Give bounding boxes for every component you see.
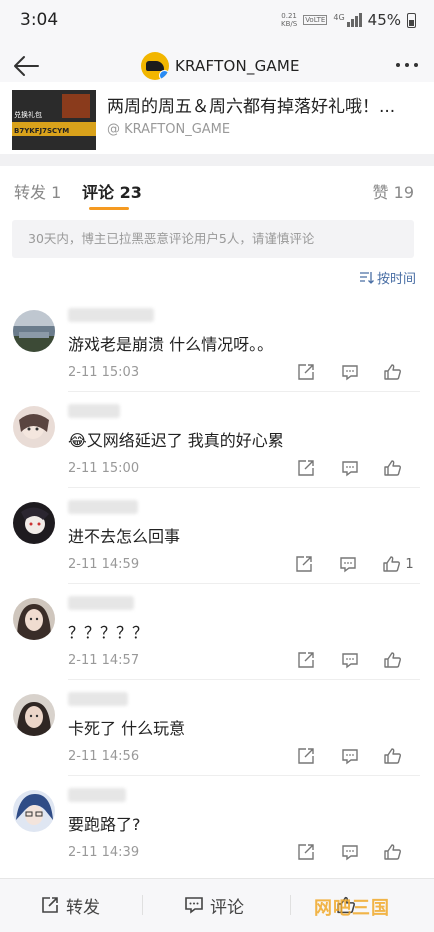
commenter-name-redacted[interactable] [68, 500, 138, 514]
reply-icon[interactable] [328, 840, 372, 864]
like-button[interactable] [372, 744, 416, 768]
tab-like[interactable]: 赞 19 [373, 179, 414, 203]
repost-button[interactable]: 转发 [40, 879, 100, 931]
comment-time: 2-11 15:03 [68, 365, 140, 380]
watermark-logo: 网吧三国 [314, 898, 390, 919]
tab-comment[interactable]: 评论 23 [82, 179, 142, 203]
comment-time: 2-11 14:59 [68, 557, 140, 572]
comment-actions [284, 360, 416, 384]
comment-time: 2-11 15:00 [68, 461, 140, 476]
comment-item[interactable]: 进不去怎么回事 2-11 14:59 1 [0, 488, 434, 584]
comment-actions [284, 744, 416, 768]
comment-text: ？？？？？ [68, 623, 149, 642]
interaction-tabs: 转发 1 评论 23 赞 19 [0, 166, 434, 214]
volte-icon: VoLTE [303, 15, 328, 25]
post-text: 两周的周五＆周六都有掉落好礼哦！... [107, 97, 396, 117]
battery-percent: 45% [367, 11, 401, 29]
comment-label: 评论 [210, 897, 244, 918]
post-author: @ KRAFTON_GAME [107, 122, 231, 137]
thumbs-up-icon [383, 460, 401, 476]
like-button[interactable]: 1 [370, 552, 426, 576]
share-icon[interactable] [284, 648, 328, 672]
commenter-name-redacted[interactable] [68, 404, 120, 418]
active-tab-indicator [89, 207, 129, 210]
original-post-card[interactable]: 兑换礼包 B7YKFJ7SCYM 两周的周五＆周六都有掉落好礼哦！... @ K… [0, 82, 434, 154]
reply-icon[interactable] [328, 648, 372, 672]
comment-text: 卡死了 什么玩意 [68, 719, 186, 738]
reply-icon[interactable] [328, 744, 372, 768]
avatar[interactable] [13, 310, 55, 352]
comment-icon [185, 897, 203, 914]
account-header[interactable]: KRAFTON_GAME [141, 52, 300, 80]
thumbs-up-icon [383, 364, 401, 380]
thumbs-up-icon [383, 748, 401, 764]
avatar[interactable] [13, 598, 55, 640]
like-count: 1 [405, 556, 414, 572]
comment-item[interactable]: 游戏老是崩溃 什么情况呀。。 2-11 15:03 [0, 296, 434, 392]
comment-text: 😂又网络延迟了 我真的好心累 [68, 431, 284, 450]
avatar[interactable] [13, 502, 55, 544]
share-icon[interactable] [284, 744, 328, 768]
status-time: 3:04 [20, 10, 59, 30]
post-thumbnail[interactable]: 兑换礼包 B7YKFJ7SCYM [12, 90, 96, 150]
comment-actions [284, 648, 416, 672]
bar-divider [142, 895, 143, 915]
like-button[interactable] [372, 456, 416, 480]
status-indicators: 0.21 KB/S VoLTE 4G 45% [281, 11, 416, 29]
account-name[interactable]: KRAFTON_GAME [175, 57, 300, 75]
bar-divider [290, 895, 291, 915]
commenter-name-redacted[interactable] [68, 308, 154, 322]
comment-actions [284, 840, 416, 864]
thumbs-up-icon [383, 844, 401, 860]
avatar[interactable] [13, 406, 55, 448]
comment-text: 游戏老是崩溃 什么情况呀。。 [68, 335, 274, 354]
comment-time: 2-11 14:56 [68, 749, 140, 764]
comment-time: 2-11 14:39 [68, 845, 140, 860]
comment-time: 2-11 14:57 [68, 653, 140, 668]
commenter-name-redacted[interactable] [68, 692, 128, 706]
sort-by-time-button[interactable]: 按时间 [359, 268, 416, 287]
comment-actions: 1 [282, 552, 426, 576]
share-icon [42, 897, 58, 913]
like-button[interactable] [372, 360, 416, 384]
comment-text: 进不去怎么回事 [68, 527, 181, 546]
thumbs-up-icon [383, 556, 401, 572]
commenter-name-redacted[interactable] [68, 596, 134, 610]
reply-icon[interactable] [326, 552, 370, 576]
comment-item[interactable]: ？？？？？ 2-11 14:57 [0, 584, 434, 680]
share-icon[interactable] [284, 360, 328, 384]
avatar[interactable] [13, 790, 55, 832]
comment-text: 要跑路了? [68, 815, 141, 834]
comment-item[interactable]: 要跑路了? 2-11 14:39 [0, 776, 434, 872]
block-notice: 30天内，博主已拉黑恶意评论用户5人，请谨慎评论 [12, 220, 414, 258]
section-divider [0, 154, 434, 166]
comment-button[interactable]: 评论 [184, 879, 244, 931]
signal-icon: 4G [333, 13, 362, 27]
like-button[interactable] [372, 648, 416, 672]
comment-item[interactable]: 😂又网络延迟了 我真的好心累 2-11 15:00 [0, 392, 434, 488]
reply-icon[interactable] [328, 360, 372, 384]
more-options-icon[interactable] [396, 63, 418, 67]
sort-icon [359, 272, 374, 284]
account-avatar[interactable] [141, 52, 169, 80]
share-icon[interactable] [282, 552, 326, 576]
commenter-name-redacted[interactable] [68, 788, 126, 802]
avatar[interactable] [13, 694, 55, 736]
verified-icon [159, 70, 169, 80]
share-icon[interactable] [284, 840, 328, 864]
reply-icon[interactable] [328, 456, 372, 480]
share-icon[interactable] [284, 456, 328, 480]
status-bar: 3:04 0.21 KB/S VoLTE 4G 45% [0, 0, 434, 40]
thumbs-up-icon [383, 652, 401, 668]
network-speed: 0.21 KB/S [280, 12, 298, 28]
comment-item[interactable]: 卡死了 什么玩意 2-11 14:56 [0, 680, 434, 776]
repost-label: 转发 [66, 897, 100, 918]
sort-label: 按时间 [376, 272, 416, 287]
comment-actions [284, 456, 416, 480]
back-arrow-icon[interactable] [10, 50, 42, 82]
battery-icon [407, 12, 416, 28]
like-button[interactable] [372, 840, 416, 864]
tab-repost[interactable]: 转发 1 [14, 179, 61, 203]
